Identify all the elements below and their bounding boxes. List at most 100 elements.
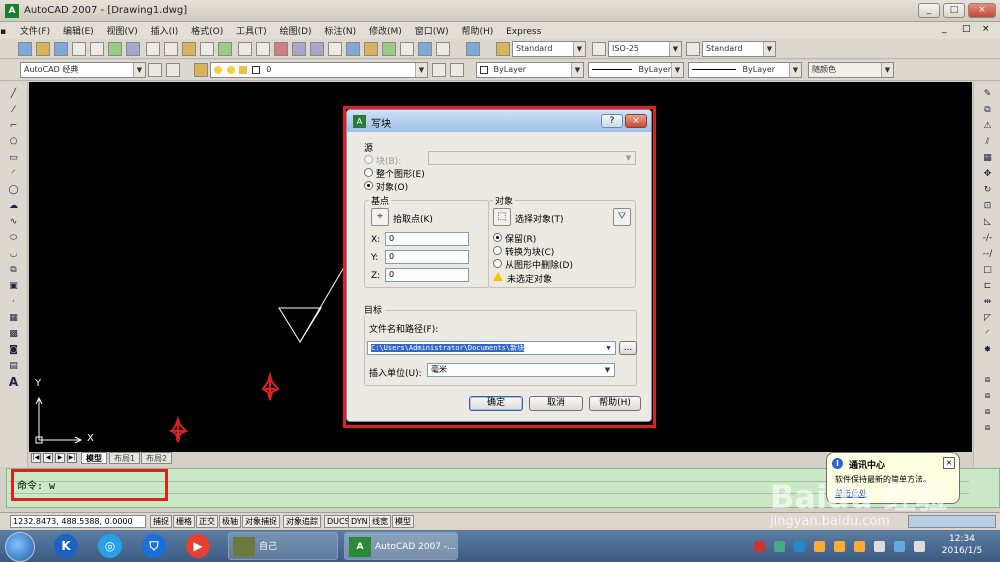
text-style-icon[interactable] [496,42,510,56]
new-file-icon[interactable] [18,42,32,56]
tray-icon[interactable] [834,541,845,552]
zoom-realtime-icon[interactable] [292,42,306,56]
redo-icon[interactable] [256,42,270,56]
doc-restore-button[interactable]: □ [962,24,971,34]
task-autocad[interactable]: A AutoCAD 2007 -... [344,532,458,560]
ellipse-arc-icon[interactable]: ◡ [7,248,20,261]
my-workspace-icon[interactable] [166,63,180,77]
table-icon[interactable]: ▤ [7,360,20,373]
trim-icon[interactable]: -/- [981,232,994,245]
chamfer-icon[interactable]: ◸ [981,312,994,325]
menu-express[interactable]: Express [501,25,546,39]
workspace-settings-icon[interactable] [148,63,162,77]
snap-toggle[interactable]: 捕捉 [150,515,172,528]
ortho-toggle[interactable]: 正交 [196,515,218,528]
offset-icon[interactable]: ⫽ [981,136,994,149]
array-icon[interactable]: ▦ [981,152,994,165]
dim-style-icon[interactable] [592,42,606,56]
lineweight-toggle[interactable]: 线宽 [369,515,391,528]
next-tab-nav[interactable]: ▶ [55,453,65,463]
copy-icon[interactable] [164,42,178,56]
text-style-select[interactable]: Standard ▼ [512,41,586,57]
dyn-toggle[interactable]: DYN [348,515,371,528]
fillet-icon[interactable]: ◜ [981,328,994,341]
plotstyle-select[interactable]: 随颜色 ▼ [808,62,894,78]
autocad-app-icon[interactable]: A [5,4,19,18]
dim-style-select[interactable]: ISO-25 ▼ [608,41,682,57]
cut-icon[interactable] [146,42,160,56]
line-icon[interactable]: ╱ [7,88,20,101]
help-icon[interactable] [466,42,480,56]
revision-cloud-icon[interactable]: ☁ [7,200,20,213]
make-block-icon[interactable]: ▣ [7,280,20,293]
doc-icon[interactable]: ▪ [0,27,12,37]
video-player-icon[interactable]: ▶ [186,534,210,558]
menu-tools[interactable]: 工具(T) [231,22,272,39]
tray-icon[interactable] [794,541,805,552]
pan-icon[interactable] [274,42,288,56]
color-select[interactable]: ByLayer ▼ [476,62,584,78]
otrack-toggle[interactable]: 对象追踪 [283,515,321,528]
k-app-icon[interactable]: K [54,534,78,558]
print-icon[interactable] [72,42,86,56]
scale-icon[interactable]: ⊡ [981,200,994,213]
volume-icon[interactable] [914,541,925,552]
block-editor-icon[interactable] [218,42,232,56]
extend-icon[interactable]: --/ [981,248,994,261]
join-icon[interactable]: ⇹ [981,296,994,309]
zoom-previous-icon[interactable] [328,42,342,56]
3d-dwf-icon[interactable] [126,42,140,56]
menu-draw[interactable]: 绘图(D) [275,22,317,39]
print-preview-icon[interactable] [90,42,104,56]
table-style-select[interactable]: Standard ▼ [702,41,776,57]
menu-view[interactable]: 视图(V) [102,22,143,39]
task-photo[interactable]: 自己 [228,532,338,560]
menu-dimension[interactable]: 标注(N) [319,22,361,39]
layer-select[interactable]: 0 ▼ [210,62,428,78]
properties-icon[interactable] [346,42,360,56]
design-center-icon[interactable] [364,42,378,56]
erase-icon[interactable]: ✎ [981,88,994,101]
draworder-above-icon[interactable]: ⧈ [981,422,994,435]
stretch-icon[interactable]: ◺ [981,216,994,229]
markup-icon[interactable] [418,42,432,56]
hatch-icon[interactable]: ▦ [7,312,20,325]
menu-help[interactable]: 帮助(H) [457,22,499,39]
arc-icon[interactable]: ◜ [7,168,20,181]
construction-line-icon[interactable]: ⁄ [7,104,20,117]
tray-icon[interactable] [774,541,785,552]
osnap-toggle[interactable]: 对象捕捉 [242,515,280,528]
coordinates-display[interactable]: 1232.8473, 488.5388, 0.0000 [10,515,146,528]
draworder-back-icon[interactable]: ⧈ [981,406,994,419]
explode-icon[interactable]: ✸ [981,344,994,357]
tab-model[interactable]: 模型 [81,452,107,464]
save-icon[interactable] [54,42,68,56]
triangle-shape[interactable] [278,307,322,343]
tray-icon[interactable] [854,541,865,552]
last-tab-nav[interactable]: ▶| [67,453,77,463]
tab-layout1[interactable]: 布局1 [109,452,141,464]
close-button[interactable]: × [968,3,996,18]
prev-tab-nav[interactable]: ◀ [43,453,53,463]
copy-object-icon[interactable]: ⧉ [981,104,994,117]
system-clock[interactable]: 12:34 2016/1/5 [932,533,992,557]
browser-icon[interactable]: ◎ [98,534,122,558]
linetype-select[interactable]: ByLayer ▼ [588,62,684,78]
circle-icon[interactable]: ◯ [7,184,20,197]
doc-minimize-button[interactable]: _ [942,24,947,34]
publish-icon[interactable] [108,42,122,56]
start-button[interactable] [5,532,35,562]
paste-icon[interactable] [182,42,196,56]
break-at-point-icon[interactable]: □ [981,264,994,277]
match-properties-icon[interactable] [200,42,214,56]
doc-close-button[interactable]: × [982,24,990,34]
tray-icon[interactable] [754,541,765,552]
table-style-icon[interactable] [686,42,700,56]
tab-layout2[interactable]: 布局2 [141,452,173,464]
minimize-button[interactable]: _ [918,3,940,18]
first-tab-nav[interactable]: |◀ [31,453,41,463]
menu-insert[interactable]: 插入(I) [146,22,184,39]
calculator-icon[interactable] [436,42,450,56]
mirror-icon[interactable]: ⚠ [981,120,994,133]
spline-icon[interactable]: ∿ [7,216,20,229]
